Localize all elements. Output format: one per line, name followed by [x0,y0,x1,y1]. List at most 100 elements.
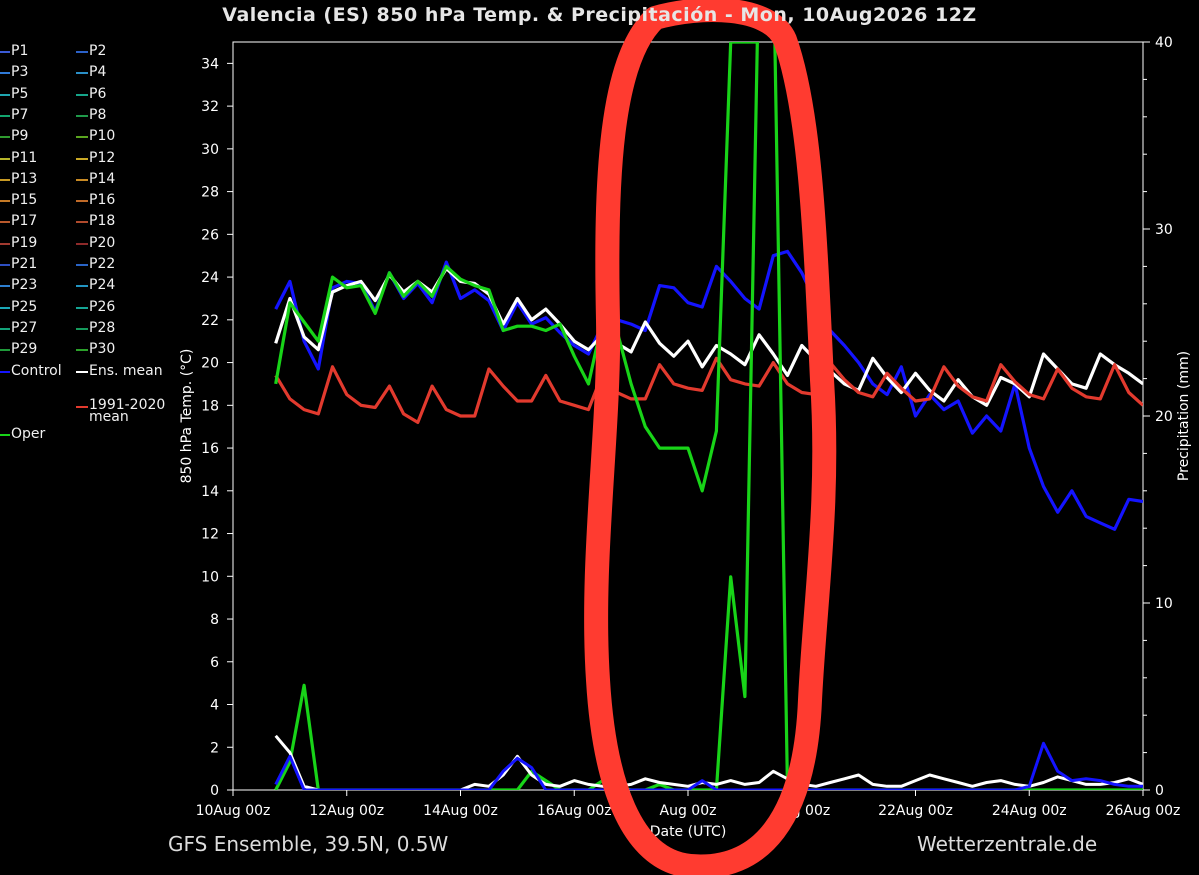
source-credit: Wetterzentrale.de [917,832,1098,856]
legend-swatch [76,405,88,408]
legend-label: Ens. mean [89,362,163,379]
series-line-oper-temp [274,42,760,493]
legend-label: P27 [11,319,38,336]
legend-swatch [0,114,10,117]
y2-tick-label: 30 [1155,222,1173,238]
x-axis-label: Date (UTC) [650,824,727,840]
x-tick-label: 16Aug 00z [537,803,612,819]
legend-swatch [0,433,10,436]
legend-swatch [76,264,88,266]
legend-swatch [0,72,10,75]
y-tick-label: 2 [210,740,219,756]
legend-label: P22 [89,256,116,272]
legend-swatch [76,200,88,203]
x-tick-label: 12Aug 00z [309,803,384,819]
legend-swatch [76,157,88,160]
legend-label: P7 [11,106,29,123]
legend-label: P19 [11,234,38,251]
legend-swatch [0,178,10,181]
legend-label: P9 [11,128,29,145]
y-tick-label: 10 [201,569,219,585]
y-tick-label: 32 [201,99,219,115]
red-annotation-loop [584,0,837,875]
y-tick-label: 24 [201,270,219,286]
legend-swatch [76,221,88,224]
legend-label: Control [11,362,62,379]
x-tick-label: Aug 00z [660,803,717,819]
legend-swatch [76,349,88,352]
y-tick-label: 26 [201,227,219,243]
y2-axis-label: Precipitation (mm) [1176,351,1192,481]
y-tick-label: 4 [210,698,219,714]
legend-label: P21 [11,256,38,272]
legend-swatch [0,136,10,139]
legend-swatch [0,370,10,373]
y-axis-label: 850 hPa Temp. (°C) [179,349,195,484]
legend-label: P26 [89,298,116,315]
legend-label: P20 [89,234,116,251]
legend-label: P11 [11,149,38,166]
legend-label: P24 [89,277,116,294]
y2-tick-label: 10 [1155,596,1173,612]
legend-label: P6 [89,85,107,102]
legend-label: P28 [89,319,116,336]
y-tick-label: 0 [210,783,219,799]
y-tick-label: 34 [201,56,219,72]
x-tick-label: 14Aug 00z [423,803,498,819]
y-tick-label: 28 [201,185,219,201]
y2-tick-label: 40 [1155,35,1173,51]
y-tick-label: 20 [201,356,219,372]
legend-label: P15 [11,192,38,209]
model-caption: GFS Ensemble, 39.5N, 0.5W [168,832,449,856]
legend-swatch [76,370,88,373]
plot-area [274,42,1143,790]
legend-label: P23 [11,277,38,294]
x-tick-label: 26Aug 00z [1106,803,1181,819]
y-tick-label: 12 [201,527,219,543]
y-tick-label: 6 [210,655,219,671]
legend-label: P14 [89,170,116,187]
y-tick-label: 8 [210,612,219,628]
legend-label: 1991-2020 mean [89,396,166,425]
legend-label: P5 [11,85,29,102]
legend-swatch [76,178,88,181]
legend-label: P25 [11,298,38,315]
legend-swatch [76,136,88,139]
legend-label: P2 [89,43,107,59]
legend-swatch [76,285,88,288]
legend-label: P10 [89,128,116,145]
legend-swatch [76,72,88,75]
series-line-ens-mean-precip [274,734,1143,790]
legend-swatch [0,93,10,96]
legend-swatch [76,327,88,330]
legend-swatch [76,242,88,245]
legend-swatch [0,221,10,224]
legend-swatch [0,306,10,309]
legend-swatch [0,327,10,330]
y2-tick-label: 20 [1155,409,1173,425]
y-tick-label: 18 [201,398,219,414]
legend-label: P1 [11,43,29,59]
legend-label: P12 [89,149,116,166]
legend-label: P30 [89,341,116,358]
legend-swatch [0,285,10,288]
legend-swatch [76,51,88,53]
legend: P1 P2 P3 P4 P5 P6 P7 P8 P9 P10 P11 P12 P13 P14 P15 P16 P… [0,44,180,444]
legend-label: P29 [11,341,38,358]
legend-swatch [76,93,88,96]
legend-label: P4 [89,64,107,81]
legend-swatch [0,242,10,245]
legend-swatch [76,114,88,117]
legend-label: P17 [11,213,38,230]
legend-label: P3 [11,64,29,81]
y-tick-label: 16 [201,441,219,457]
x-tick-label: 10Aug 00z [196,803,271,819]
y2-tick-label: 0 [1155,783,1164,799]
legend-swatch [76,306,88,309]
legend-label: P16 [89,192,116,209]
legend-label: Oper [11,425,46,442]
y-tick-label: 30 [201,142,219,158]
legend-swatch [0,349,10,352]
legend-swatch [0,264,10,266]
legend-swatch [0,200,10,203]
